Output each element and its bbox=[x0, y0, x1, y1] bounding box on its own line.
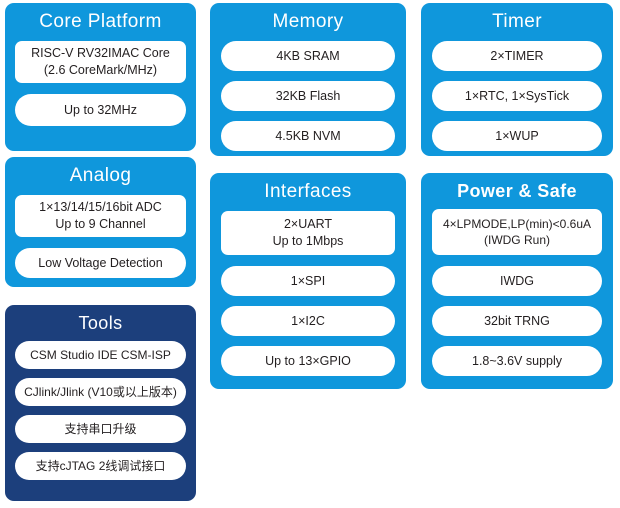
panel-title-tools: Tools bbox=[78, 313, 123, 333]
feature-pill: 4.5KB NVM bbox=[221, 121, 395, 151]
panel-analog: Analog 1×13/14/15/16bit ADC Up to 9 Chan… bbox=[5, 157, 196, 287]
panel-tools: Tools CSM Studio IDE CSM-ISP CJlink/Jlin… bbox=[5, 305, 196, 501]
feature-pill: Up to 13×GPIO bbox=[221, 346, 395, 376]
feature-pill: 32bit TRNG bbox=[432, 306, 602, 336]
feature-pill: IWDG bbox=[432, 266, 602, 296]
panel-title-analog: Analog bbox=[69, 165, 132, 186]
feature-pill: 4KB SRAM bbox=[221, 41, 395, 71]
feature-pill: Up to 32MHz bbox=[15, 94, 186, 126]
panel-timer: Timer 2×TIMER 1×RTC, 1×SysTick 1×WUP bbox=[421, 3, 613, 156]
panel-title-core-platform: Core Platform bbox=[39, 11, 162, 32]
feature-pill: Low Voltage Detection bbox=[15, 248, 186, 278]
feature-pill: 1×WUP bbox=[432, 121, 602, 151]
panel-title-interfaces: Interfaces bbox=[264, 181, 352, 202]
feature-pill: 1×I2C bbox=[221, 306, 395, 336]
feature-pill: 2×UART Up to 1Mbps bbox=[221, 211, 395, 255]
panel-title-memory: Memory bbox=[272, 11, 344, 32]
panel-title-timer: Timer bbox=[492, 11, 542, 32]
feature-pill: CJlink/Jlink (V10或以上版本) bbox=[15, 378, 186, 406]
panel-core-platform: Core Platform RISC-V RV32IMAC Core (2.6 … bbox=[5, 3, 196, 151]
feature-pill: 2×TIMER bbox=[432, 41, 602, 71]
feature-pill: 32KB Flash bbox=[221, 81, 395, 111]
feature-pill: 4×LPMODE,LP(min)<0.6uA (IWDG Run) bbox=[432, 209, 602, 255]
feature-pill: 1×13/14/15/16bit ADC Up to 9 Channel bbox=[15, 195, 186, 237]
feature-pill: 支持cJTAG 2线调试接口 bbox=[15, 452, 186, 480]
feature-pill: 支持串口升级 bbox=[15, 415, 186, 443]
panel-memory: Memory 4KB SRAM 32KB Flash 4.5KB NVM bbox=[210, 3, 406, 156]
mcu-feature-diagram: Core Platform RISC-V RV32IMAC Core (2.6 … bbox=[0, 0, 620, 508]
panel-power-and-safe: Power & Safe 4×LPMODE,LP(min)<0.6uA (IWD… bbox=[421, 173, 613, 389]
feature-pill: 1.8~3.6V supply bbox=[432, 346, 602, 376]
feature-pill: RISC-V RV32IMAC Core (2.6 CoreMark/MHz) bbox=[15, 41, 186, 83]
feature-pill: 1×RTC, 1×SysTick bbox=[432, 81, 602, 111]
feature-pill: 1×SPI bbox=[221, 266, 395, 296]
panel-title-power-and-safe: Power & Safe bbox=[457, 181, 577, 201]
panel-interfaces: Interfaces 2×UART Up to 1Mbps 1×SPI 1×I2… bbox=[210, 173, 406, 389]
feature-pill: CSM Studio IDE CSM-ISP bbox=[15, 341, 186, 369]
